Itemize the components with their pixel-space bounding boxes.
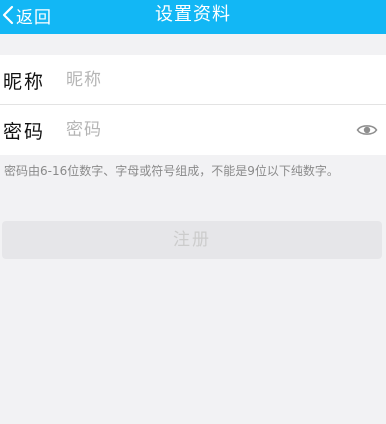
page-title: 设置资料 [155,4,231,25]
password-input[interactable] [66,115,336,145]
nickname-label: 昵称 [3,70,46,93]
eye-icon[interactable] [356,120,378,140]
register-button[interactable]: 注册 [2,221,382,259]
settings-profile-page: 返回 设置资料 昵称 密码 密码由6-16位数字、字母或符号组成，不能是9位以下… [0,0,386,424]
nickname-row: 昵称 [0,55,386,105]
nickname-input[interactable] [66,65,336,95]
app-header: 返回 设置资料 [0,0,386,34]
password-label: 密码 [3,120,46,143]
password-row: 密码 [0,105,386,155]
password-hint: 密码由6-16位数字、字母或符号组成，不能是9位以下纯数字。 [4,164,339,178]
profile-form: 昵称 密码 [0,55,386,155]
